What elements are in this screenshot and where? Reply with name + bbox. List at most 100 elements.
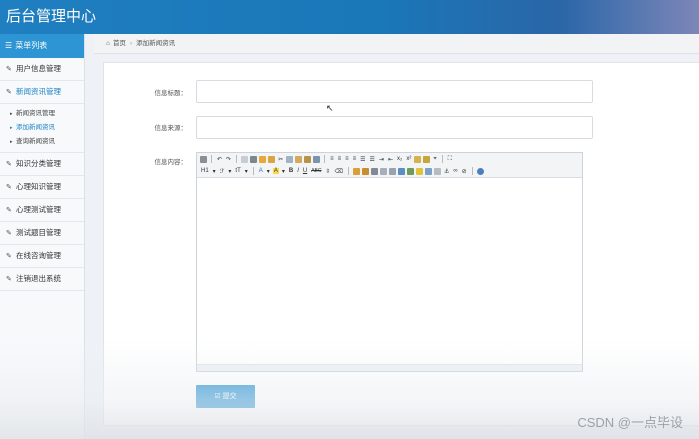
- flash-icon[interactable]: [371, 167, 378, 175]
- fullscreen-icon[interactable]: ⛶: [447, 156, 453, 163]
- edit-icon: ✎: [6, 230, 12, 237]
- select-all-icon[interactable]: ⌖: [432, 156, 437, 163]
- submenu-item-label: 查询新闻资讯: [16, 138, 55, 145]
- about-icon[interactable]: [476, 167, 484, 175]
- sidebar-item-logout[interactable]: ✎ 注销退出系统: [0, 268, 84, 291]
- undo-icon[interactable]: ↶: [216, 156, 223, 163]
- sidebar-item-news[interactable]: ✎ 新闻资讯管理: [0, 81, 84, 104]
- link-icon[interactable]: ∞: [452, 168, 458, 174]
- hr-icon[interactable]: [407, 167, 414, 175]
- edit-icon: ✎: [6, 161, 12, 168]
- home-icon: ⌂: [106, 40, 110, 47]
- source-label: 信息来源：: [154, 125, 188, 132]
- sidebar-header[interactable]: ☰ 菜单列表: [0, 34, 84, 58]
- subscript-icon[interactable]: x₂: [396, 156, 403, 162]
- heading-select[interactable]: H1: [200, 168, 210, 174]
- print-icon[interactable]: [250, 155, 258, 163]
- emoticon-icon[interactable]: [416, 167, 423, 175]
- indent-icon[interactable]: ⇥: [378, 156, 385, 163]
- submenu-item-label: 新闻资讯管理: [16, 110, 55, 117]
- format-brush-icon[interactable]: [423, 155, 431, 163]
- source-icon[interactable]: [200, 155, 207, 163]
- sidebar: ☰ 菜单列表 ✎ 用户信息管理 ✎ 新闻资讯管理 ▸ 新闻资讯管理 ▸ 添加新闻资讯 ▸…: [0, 34, 85, 439]
- submenu-item-news-query[interactable]: ▸ 查询新闻资讯: [10, 135, 84, 149]
- superscript-icon[interactable]: x²: [405, 156, 412, 162]
- edit-icon: ✎: [6, 66, 12, 73]
- app-title: 后台管理中心: [6, 8, 97, 25]
- editor-resize-handle[interactable]: [197, 364, 582, 371]
- redo-icon[interactable]: ↷: [225, 156, 232, 163]
- font-family-select[interactable]: ℱ: [219, 168, 226, 175]
- toolbar-separator: [236, 155, 238, 163]
- align-justify-icon[interactable]: ≡: [352, 156, 358, 162]
- sidebar-item-user-info[interactable]: ✎ 用户信息管理: [0, 58, 84, 81]
- font-color-button[interactable]: A: [258, 168, 264, 174]
- special-char-icon[interactable]: [425, 167, 432, 175]
- multi-image-icon[interactable]: [362, 167, 369, 175]
- table-icon[interactable]: [398, 167, 405, 175]
- toolbar-separator: [324, 155, 326, 163]
- copy-icon[interactable]: [286, 155, 294, 163]
- file-icon[interactable]: [389, 167, 396, 175]
- edit-icon: ✎: [6, 276, 12, 283]
- title-input[interactable]: [196, 80, 593, 103]
- toolbar-separator: [252, 167, 254, 175]
- submenu-item-news-manage[interactable]: ▸ 新闻资讯管理: [10, 107, 84, 121]
- toolbar-separator: [211, 155, 212, 163]
- align-left-icon[interactable]: ≡: [329, 156, 335, 162]
- remove-format-icon[interactable]: ⌫: [334, 168, 344, 175]
- outdent-icon[interactable]: ⇤: [387, 156, 394, 163]
- page-break-icon[interactable]: [434, 167, 441, 175]
- editor-toolbar-row-2: H1 ▾ ℱ ▾ tT ▾ A ▾ A ▾ B I U ABC ⇳ ⌫ ⚓ ∞ ⊘: [197, 165, 582, 178]
- align-right-icon[interactable]: ≡: [344, 156, 350, 162]
- ordered-list-icon[interactable]: ☰: [359, 156, 366, 163]
- chevron-down-icon: ▾: [212, 168, 216, 175]
- paste-icon[interactable]: [295, 155, 303, 163]
- clear-format-icon[interactable]: [414, 155, 422, 163]
- sidebar-item-label: 注销退出系统: [16, 274, 61, 283]
- sidebar-item-label: 测试题目管理: [16, 228, 61, 237]
- align-center-icon[interactable]: ≡: [337, 156, 343, 162]
- preview-icon[interactable]: [241, 155, 249, 163]
- breadcrumb-home[interactable]: 首页: [113, 40, 126, 47]
- chevron-down-icon: ▾: [228, 168, 232, 175]
- unlink-icon[interactable]: ⊘: [461, 168, 468, 175]
- menu-list-icon: ☰: [5, 41, 13, 50]
- rich-text-editor[interactable]: ↶ ↷ ✂ ≡ ≡ ≡ ≡ ☰ ☰ ⇥ ⇤ x₂ x² ⌖ ⛶ H1 ▾ ℱ ▾ t…: [196, 152, 583, 372]
- italic-button[interactable]: I: [296, 168, 300, 174]
- chevron-down-icon: ▾: [244, 168, 248, 175]
- sidebar-item-test-questions[interactable]: ✎ 测试题目管理: [0, 222, 84, 245]
- underline-button[interactable]: U: [302, 168, 308, 174]
- edit-icon: ✎: [6, 253, 12, 260]
- strikethrough-button[interactable]: ABC: [310, 168, 322, 174]
- anchor-icon[interactable]: ⚓: [443, 168, 450, 175]
- line-height-icon[interactable]: ⇳: [324, 168, 331, 175]
- source-input[interactable]: [196, 116, 593, 139]
- code-icon[interactable]: [268, 155, 276, 163]
- sidebar-item-online-consult[interactable]: ✎ 在线咨询管理: [0, 245, 84, 268]
- submit-button[interactable]: ☑ 提交: [196, 385, 255, 408]
- font-size-select[interactable]: tT: [234, 168, 241, 174]
- cut-icon[interactable]: ✂: [277, 156, 284, 163]
- sidebar-item-label: 在线咨询管理: [16, 251, 61, 260]
- sidebar-item-psych-knowledge[interactable]: ✎ 心理知识管理: [0, 176, 84, 199]
- unordered-list-icon[interactable]: ☰: [369, 156, 376, 163]
- paste-text-icon[interactable]: [304, 155, 312, 163]
- highlight-color-button[interactable]: A: [272, 168, 279, 174]
- edit-icon: ✎: [6, 207, 12, 214]
- sidebar-item-label: 新闻资讯管理: [16, 87, 61, 96]
- sidebar-item-psych-test[interactable]: ✎ 心理测试管理: [0, 199, 84, 222]
- toolbar-separator: [348, 167, 349, 175]
- sidebar-item-label: 用户信息管理: [16, 64, 61, 73]
- submenu-item-label: 添加新闻资讯: [16, 124, 55, 131]
- paste-word-icon[interactable]: [313, 155, 321, 163]
- submenu-item-news-add[interactable]: ▸ 添加新闻资讯: [10, 121, 84, 135]
- sidebar-item-knowledge-category[interactable]: ✎ 知识分类管理: [0, 153, 84, 176]
- media-icon[interactable]: [380, 167, 387, 175]
- chevron-down-icon: ▾: [281, 168, 285, 175]
- breadcrumb-current: 添加新闻资讯: [136, 40, 176, 47]
- template-icon[interactable]: [259, 155, 267, 163]
- chevron-down-icon: ▾: [266, 168, 270, 175]
- image-icon[interactable]: [353, 167, 360, 175]
- bold-button[interactable]: B: [288, 168, 294, 174]
